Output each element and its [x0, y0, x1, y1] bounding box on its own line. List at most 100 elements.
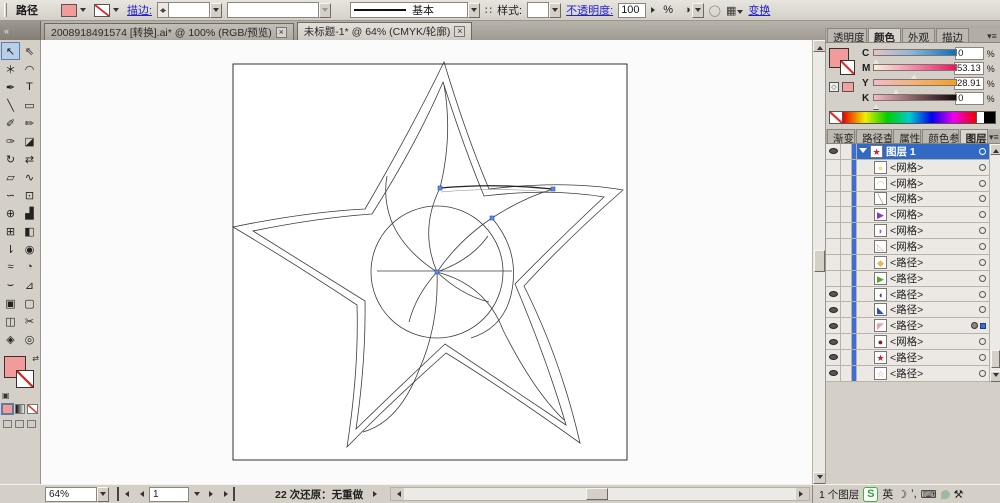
expand-arrow-icon[interactable] — [859, 148, 867, 157]
stroke-panel-link[interactable]: 描边: — [127, 2, 152, 18]
style-combo[interactable] — [527, 2, 561, 18]
recolor-arrow-icon[interactable] — [692, 3, 704, 18]
prev-page-button[interactable] — [133, 487, 147, 501]
web-color-cube-icon[interactable]: ◇ — [829, 82, 839, 92]
twirl-tool[interactable]: ◔ — [20, 258, 39, 276]
default-fill-stroke-icon[interactable]: ▣ — [2, 391, 10, 400]
stroke-weight-value[interactable] — [168, 2, 210, 18]
lock-toggle[interactable] — [841, 239, 852, 254]
brush-definition-combo[interactable]: 基本 — [350, 2, 480, 18]
reflect-tool[interactable]: ⇄ — [20, 150, 39, 168]
panel-stroke-swatch[interactable] — [840, 60, 855, 75]
target-circle-icon[interactable] — [979, 291, 986, 298]
tab-color-guide[interactable]: 颜色参 — [922, 129, 958, 143]
layers-panel-menu-icon[interactable]: ▾≡ — [988, 132, 1000, 143]
align-control[interactable]: ▦ — [726, 4, 743, 17]
type-tool[interactable]: T — [20, 78, 39, 96]
layer-row-main[interactable]: ▶<路径> — [857, 271, 989, 286]
layer-row-15[interactable]: ☆<路径> — [826, 366, 989, 382]
visibility-toggle[interactable] — [826, 192, 841, 207]
lasso-tool[interactable]: ◠ — [20, 60, 39, 78]
slider-track-y[interactable] — [873, 79, 957, 86]
width-profile-arrow-icon[interactable] — [319, 3, 331, 18]
status-popup-icon[interactable] — [373, 491, 380, 497]
layer-row-main[interactable]: ╲<网格> — [857, 192, 989, 207]
layer-row-2[interactable]: ●<网格> — [826, 160, 989, 176]
layer-row-main[interactable]: ◤<路径> — [857, 318, 989, 333]
screen-mode-normal-button[interactable] — [3, 420, 12, 428]
slice-tool[interactable]: ✂ — [20, 312, 39, 330]
lock-toggle[interactable] — [841, 334, 852, 349]
visibility-toggle[interactable] — [826, 318, 841, 333]
ime-punctuation-icon[interactable]: ’, — [911, 488, 917, 500]
target-circle-icon[interactable] — [979, 243, 986, 250]
grid-reference-icon[interactable]: ▦ — [726, 4, 736, 17]
layer-row-10[interactable]: ◖<路径> — [826, 287, 989, 303]
stroke-dropdown-arrow-icon[interactable] — [110, 3, 122, 18]
selection-tool[interactable]: ↖ — [1, 42, 20, 60]
color-panel-menu-icon[interactable]: ▾≡ — [984, 31, 1000, 42]
lock-toggle[interactable] — [841, 366, 852, 381]
vertical-scrollbar[interactable] — [812, 40, 825, 484]
next-page-button[interactable] — [205, 487, 219, 501]
opacity-input[interactable]: 100 — [618, 3, 646, 18]
stroke-weight-stepper[interactable] — [157, 2, 168, 18]
layer-row-main[interactable]: ◣<路径> — [857, 302, 989, 317]
tools-panel-header[interactable]: « — [0, 21, 41, 40]
slider-track-m[interactable] — [873, 64, 957, 71]
page-arrow-icon[interactable] — [191, 487, 203, 502]
rectangle-tool[interactable]: ▭ — [20, 96, 39, 114]
layer-row-14[interactable]: ★<路径> — [826, 350, 989, 366]
hscroll-right-button[interactable] — [796, 488, 809, 500]
magic-wand-tool[interactable]: ＊ — [1, 60, 20, 78]
document-tab-2[interactable]: 未标题-1* @ 64% (CMYK/轮廓) × — [297, 22, 473, 40]
layers-scroll-up-button[interactable] — [990, 144, 1000, 155]
lock-toggle[interactable] — [841, 176, 852, 191]
value-input-y[interactable]: 28.91 — [954, 77, 984, 90]
visibility-toggle[interactable] — [826, 223, 841, 238]
layer-row-3[interactable]: ◠<网格> — [826, 176, 989, 192]
target-circle-icon[interactable] — [971, 322, 978, 329]
pen-tool[interactable]: ✒ — [1, 78, 20, 96]
value-input-k[interactable]: 0 — [955, 92, 983, 105]
pencil-tool[interactable]: ✏ — [20, 114, 39, 132]
lock-toggle[interactable] — [841, 318, 852, 333]
graph-style-control[interactable]: ◑ — [684, 3, 704, 18]
ime-settings-icon[interactable]: ⚒ — [954, 488, 964, 501]
zoom-value[interactable]: 64% — [45, 487, 97, 502]
color-spectrum[interactable] — [829, 111, 996, 124]
tab1-close-icon[interactable]: × — [276, 27, 287, 38]
paintbrush-tool[interactable]: ✐ — [1, 114, 20, 132]
layer-row-4[interactable]: ╲<网格> — [826, 192, 989, 208]
tab2-close-icon[interactable]: × — [454, 26, 465, 37]
slider-track-c[interactable] — [873, 49, 957, 56]
target-circle-icon[interactable] — [979, 338, 986, 345]
layer-row-12[interactable]: ◤<路径> — [826, 318, 989, 334]
tab-stroke[interactable]: 描边 — [936, 28, 969, 42]
target-circle-icon[interactable] — [979, 164, 986, 171]
toolbar-stroke-swatch[interactable] — [16, 370, 34, 388]
fill-dropdown-arrow-icon[interactable] — [77, 3, 89, 18]
layer-row-main[interactable]: ◖<路径> — [857, 287, 989, 302]
style-arrow-icon[interactable] — [549, 3, 561, 18]
visibility-toggle[interactable] — [826, 366, 841, 381]
visibility-toggle[interactable] — [826, 144, 841, 159]
warp-tool[interactable]: ≈ — [1, 258, 20, 276]
target-circle-icon[interactable] — [979, 148, 986, 155]
layer-row-main[interactable]: ◠<网格> — [857, 176, 989, 191]
target-circle-icon[interactable] — [979, 306, 986, 313]
tab-attributes[interactable]: 属性 — [893, 129, 921, 143]
tab-transparency[interactable]: 透明度 — [827, 28, 867, 42]
zoom-tool[interactable]: ◎ — [20, 330, 39, 348]
layer-row-1[interactable]: ★图层 1 — [826, 144, 989, 160]
opacity-link[interactable]: 不透明度: — [566, 2, 613, 18]
dots-pattern-icon[interactable]: ∷ — [485, 4, 492, 17]
layer-row-main[interactable]: ★<路径> — [857, 350, 989, 365]
line-segment-tool[interactable]: ╲ — [1, 96, 20, 114]
lock-toggle[interactable] — [841, 207, 852, 222]
ime-language-toggle[interactable]: 英 — [882, 486, 893, 502]
brush-arrow-icon[interactable] — [468, 3, 480, 18]
envelope-tool[interactable]: ⌣ — [1, 276, 20, 294]
layer-row-6[interactable]: ◗<网格> — [826, 223, 989, 239]
document-tab-1[interactable]: 2008918491574 [转换].ai* @ 100% (RGB/预览) × — [44, 23, 294, 40]
